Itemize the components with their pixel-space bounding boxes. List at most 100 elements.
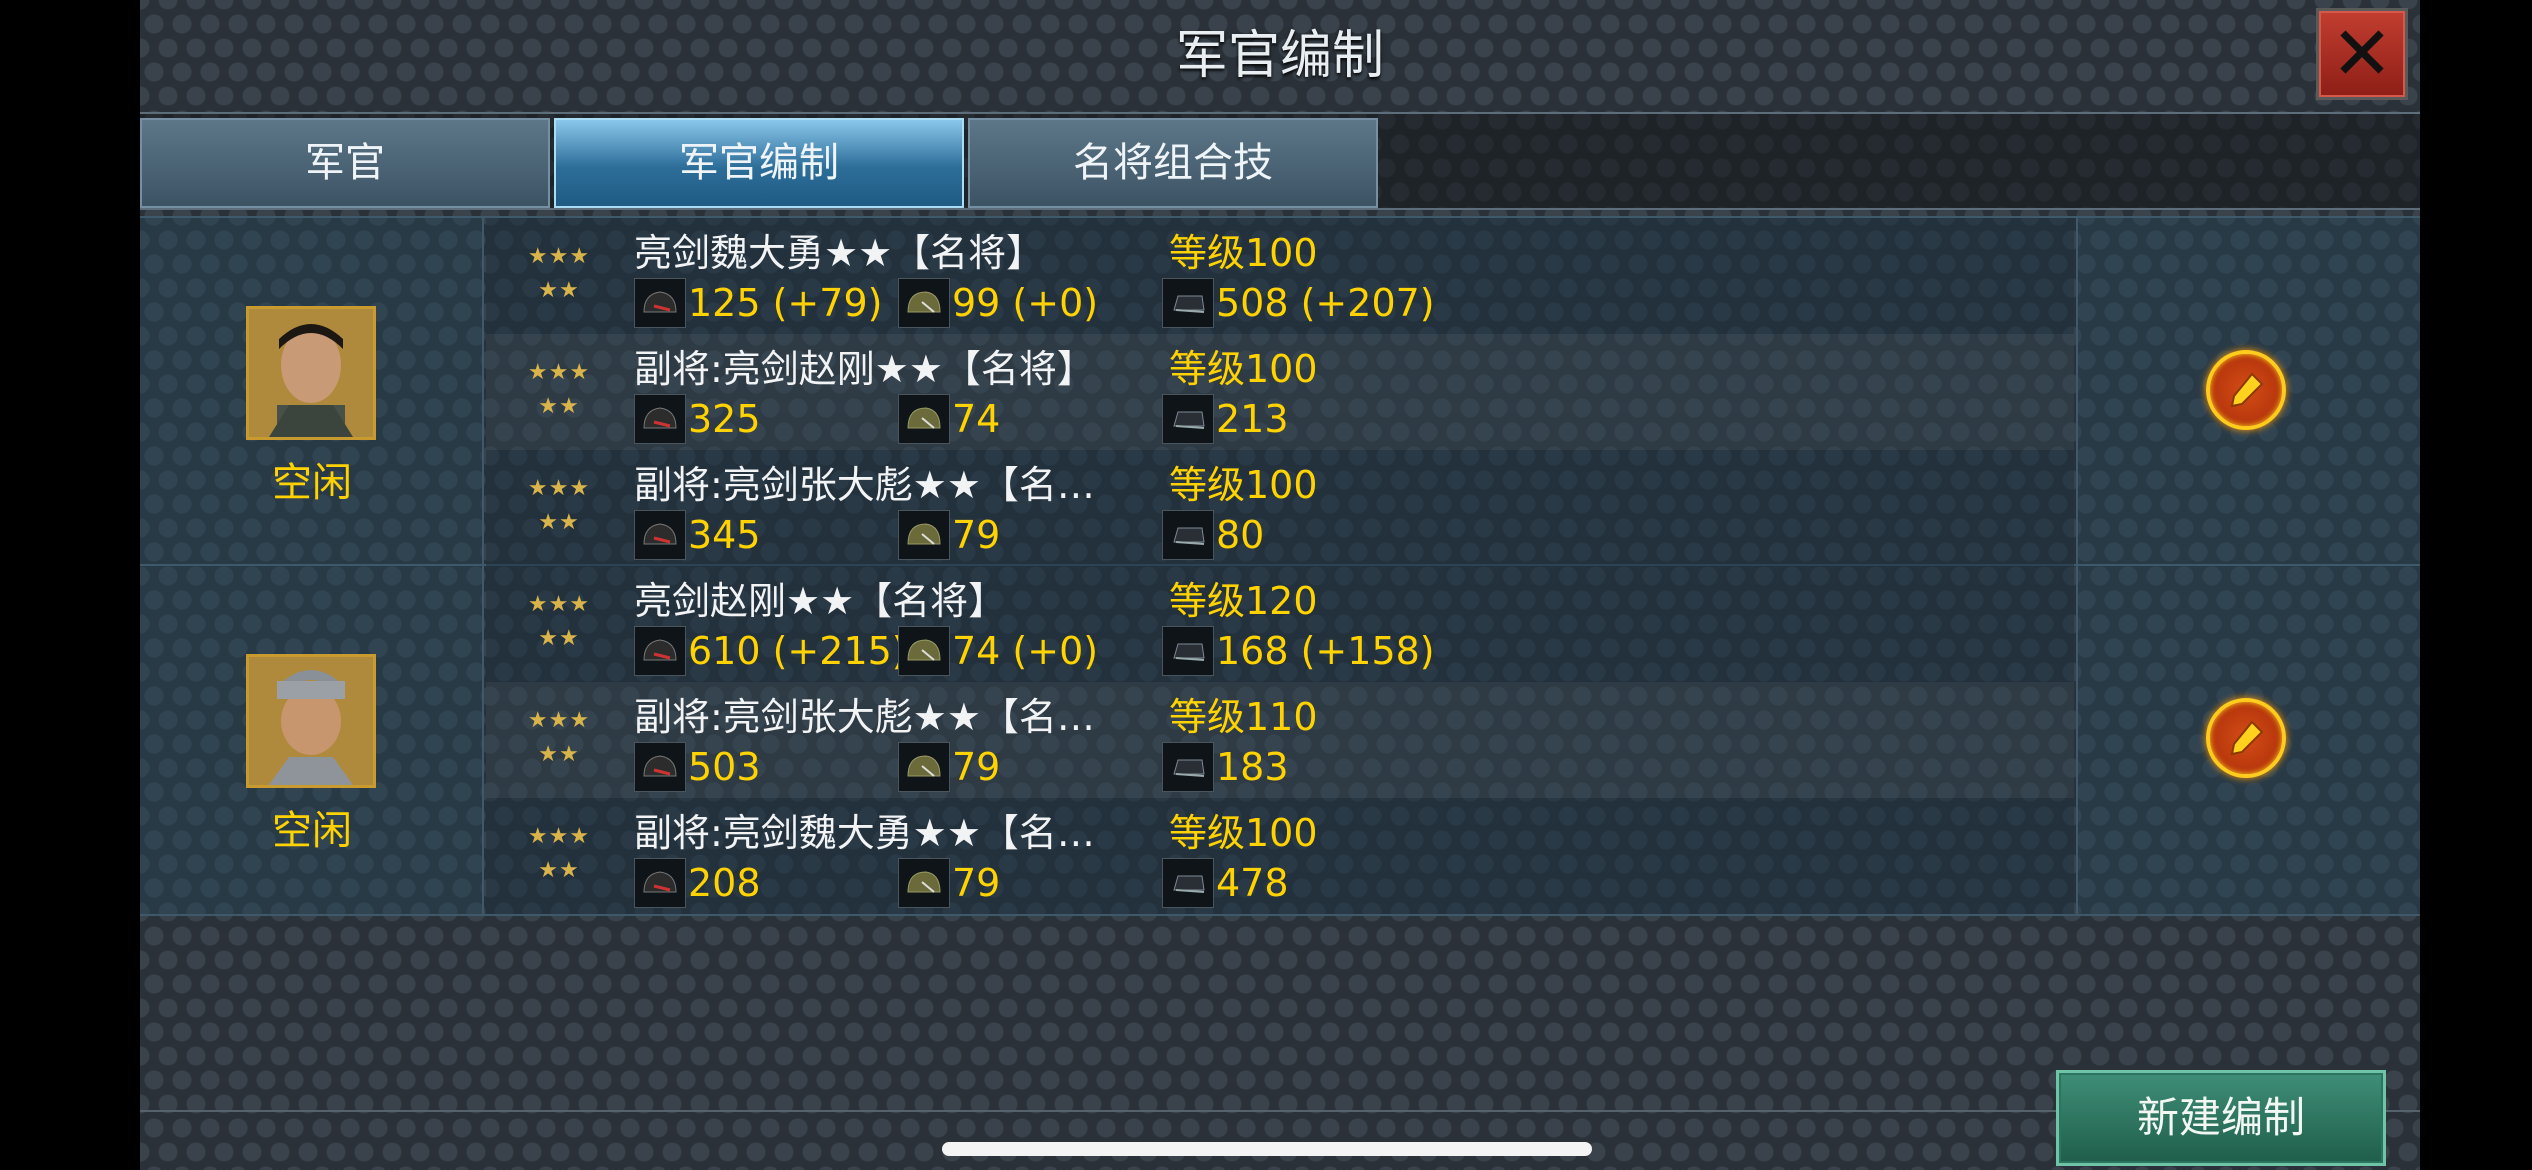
officer-row[interactable]: ★★★ ★★ 亮剑赵刚★★【名将】 等级120 610 (+215) 74 (+0…	[486, 566, 2074, 682]
status-label: 空闲	[272, 808, 352, 854]
cap-icon	[1162, 394, 1214, 444]
edit-formation-button[interactable]	[2206, 350, 2286, 430]
edit-column	[2076, 218, 2420, 564]
troops-stat: 213	[1162, 394, 1289, 444]
home-indicator[interactable]	[942, 1142, 1592, 1156]
tab-formation[interactable]: 军官编制	[554, 118, 964, 208]
officer-level: 等级100	[1169, 347, 1318, 391]
helmet-icon	[898, 278, 950, 328]
attack-value: 325	[688, 397, 761, 441]
star-rating: ★★★ ★★	[527, 708, 591, 767]
leader-column: 空闲	[140, 218, 484, 564]
troops-value: 183	[1216, 745, 1289, 789]
officer-name: 亮剑魏大勇★★【名将】	[634, 231, 1045, 275]
defense-stat: 79	[898, 858, 1000, 908]
edit-formation-button[interactable]	[2206, 698, 2286, 778]
defense-value: 99 (+0)	[952, 281, 1099, 325]
edit-column	[2076, 566, 2420, 914]
cap-icon	[1162, 510, 1214, 560]
attack-icon	[634, 394, 686, 444]
officer-level: 等级100	[1169, 463, 1318, 507]
officer-row[interactable]: ★★★ ★★ 副将:亮剑张大彪★★【名… 等级110 503 79 183	[486, 682, 2074, 798]
helmet-icon	[898, 626, 950, 676]
cap-icon	[1162, 858, 1214, 908]
attack-value: 208	[688, 861, 761, 905]
defense-value: 79	[952, 513, 1001, 557]
officer-name: 副将:亮剑赵刚★★【名将】	[634, 347, 1095, 391]
officer-face-icon	[249, 657, 373, 785]
attack-stat: 125 (+79)	[634, 278, 882, 328]
officer-level: 等级100	[1169, 811, 1318, 855]
star-rating: ★★★ ★★	[527, 476, 591, 535]
attack-stat: 503	[634, 742, 761, 792]
cap-icon	[1162, 278, 1214, 328]
close-button[interactable]: ✕	[2316, 8, 2408, 100]
leader-column: 空闲	[140, 566, 484, 914]
officer-level: 等级120	[1169, 579, 1318, 623]
officer-name: 副将:亮剑魏大勇★★【名…	[634, 811, 1095, 855]
attack-value: 345	[688, 513, 761, 557]
defense-stat: 99 (+0)	[898, 278, 1098, 328]
defense-stat: 79	[898, 510, 1000, 560]
panel-title: 军官编制	[1175, 26, 1384, 86]
officer-face-icon	[249, 309, 373, 437]
status-label: 空闲	[272, 460, 352, 506]
star-rating: ★★★ ★★	[527, 244, 591, 303]
troops-stat: 508 (+207)	[1162, 278, 1435, 328]
attack-stat: 610 (+215)	[634, 626, 907, 676]
officer-name: 亮剑赵刚★★【名将】	[634, 579, 1007, 623]
officer-row[interactable]: ★★★ ★★ 副将:亮剑张大彪★★【名… 等级100 345 79 80	[486, 450, 2074, 566]
attack-icon	[634, 626, 686, 676]
troops-stat: 168 (+158)	[1162, 626, 1435, 676]
formation-group: 空闲 ★★★ ★★ 亮剑魏大勇★★【名将】 等级100 125 (+79) 99 …	[140, 216, 2420, 566]
attack-icon	[634, 858, 686, 908]
attack-value: 503	[688, 745, 761, 789]
troops-stat: 80	[1162, 510, 1264, 560]
attack-value: 610 (+215)	[688, 629, 907, 673]
star-rating: ★★★ ★★	[527, 360, 591, 419]
attack-icon	[634, 278, 686, 328]
officer-row[interactable]: ★★★ ★★ 亮剑魏大勇★★【名将】 等级100 125 (+79) 99 (+0…	[486, 218, 2074, 334]
officer-row[interactable]: ★★★ ★★ 副将:亮剑魏大勇★★【名… 等级100 208 79 478	[486, 798, 2074, 914]
attack-value: 125 (+79)	[688, 281, 883, 325]
tab-combo-skills[interactable]: 名将组合技	[968, 118, 1378, 208]
attack-icon	[634, 742, 686, 792]
cap-icon	[1162, 742, 1214, 792]
new-formation-button[interactable]: 新建编制	[2056, 1070, 2386, 1166]
helmet-icon	[898, 394, 950, 444]
defense-stat: 79	[898, 742, 1000, 792]
troops-stat: 183	[1162, 742, 1289, 792]
helmet-icon	[898, 858, 950, 908]
attack-stat: 345	[634, 510, 761, 560]
defense-stat: 74 (+0)	[898, 626, 1098, 676]
formation-group: 空闲 ★★★ ★★ 亮剑赵刚★★【名将】 等级120 610 (+215) 74 …	[140, 566, 2420, 916]
attack-icon	[634, 510, 686, 560]
formation-panel: 军官编制 ✕ 军官 军官编制 名将组合技 空闲 ★★★ ★★ 亮剑魏大勇★★【名…	[140, 0, 2420, 1170]
pencil-icon	[2230, 372, 2264, 408]
officer-portrait[interactable]	[246, 306, 376, 440]
attack-stat: 325	[634, 394, 761, 444]
star-rating: ★★★ ★★	[527, 824, 591, 883]
attack-stat: 208	[634, 858, 761, 908]
officer-level: 等级110	[1169, 695, 1318, 739]
defense-value: 79	[952, 745, 1001, 789]
pencil-icon	[2230, 720, 2264, 756]
close-icon: ✕	[2330, 11, 2393, 97]
troops-stat: 478	[1162, 858, 1289, 908]
formation-list: 空闲 ★★★ ★★ 亮剑魏大勇★★【名将】 等级100 125 (+79) 99 …	[140, 216, 2420, 916]
troops-value: 168 (+158)	[1216, 629, 1435, 673]
troops-value: 478	[1216, 861, 1289, 905]
officer-name: 副将:亮剑张大彪★★【名…	[634, 463, 1095, 507]
officer-level: 等级100	[1169, 231, 1318, 275]
officer-row[interactable]: ★★★ ★★ 副将:亮剑赵刚★★【名将】 等级100 325 74 213	[486, 334, 2074, 450]
star-rating: ★★★ ★★	[527, 592, 591, 651]
defense-value: 74 (+0)	[952, 629, 1099, 673]
defense-stat: 74	[898, 394, 1000, 444]
helmet-icon	[898, 742, 950, 792]
defense-value: 74	[952, 397, 1001, 441]
troops-value: 80	[1216, 513, 1265, 557]
tab-bar: 军官 军官编制 名将组合技	[140, 112, 2420, 210]
cap-icon	[1162, 626, 1214, 676]
officer-portrait[interactable]	[246, 654, 376, 788]
tab-officers[interactable]: 军官	[140, 118, 550, 208]
